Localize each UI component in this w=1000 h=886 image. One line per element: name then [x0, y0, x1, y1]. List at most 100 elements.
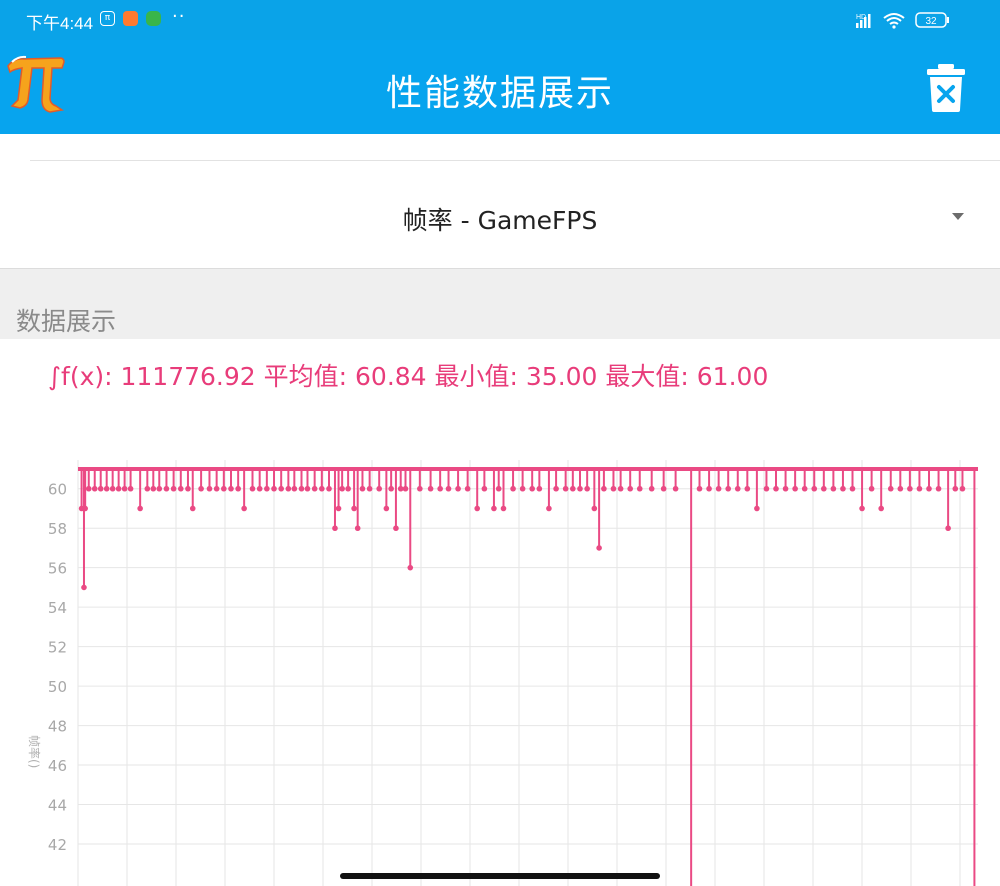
series-point [103, 485, 110, 492]
series-point [109, 485, 116, 492]
series-point [81, 584, 87, 591]
series-point [935, 485, 942, 492]
series-point [897, 485, 904, 492]
signal-bar-3 [864, 17, 867, 28]
series-point [115, 485, 122, 492]
series-point [198, 485, 204, 492]
series-point [536, 485, 543, 492]
battery-level: 32 [925, 16, 937, 27]
y-tick-label: 56 [48, 560, 67, 578]
series-point [474, 505, 481, 512]
y-tick-label: 46 [48, 757, 67, 775]
series-point [529, 485, 535, 492]
trash-icon[interactable] [925, 62, 967, 114]
series-point [326, 485, 332, 492]
series-point [249, 485, 256, 492]
more-notifications-icon: ·· [172, 6, 186, 27]
series-point [596, 545, 602, 551]
series-point [335, 505, 342, 512]
series-point [228, 485, 234, 492]
series-point [127, 485, 134, 492]
series-point [617, 485, 624, 492]
y-axis-label: 帧率() [27, 735, 42, 768]
series-point [298, 485, 305, 492]
series-point [388, 485, 394, 492]
series-point [278, 485, 284, 492]
series-point [221, 485, 227, 492]
series-point [491, 505, 497, 512]
series-point [351, 505, 357, 512]
series-point [868, 485, 875, 492]
series-point [427, 485, 434, 492]
series-point [907, 485, 913, 492]
y-tick-label: 60 [48, 481, 67, 499]
series-point [926, 485, 932, 492]
series-point [359, 485, 366, 492]
y-tick-label: 58 [48, 520, 67, 538]
series-point [887, 485, 894, 492]
stats-summary: ∫f(x): 111776.92 平均值: 60.84 最小值: 35.00 最… [48, 362, 769, 391]
y-tick-label: 54 [48, 599, 67, 617]
series-point [311, 485, 318, 492]
wechat-notification-icon [146, 11, 161, 26]
series-point [402, 485, 409, 492]
series-point [959, 485, 966, 492]
dropdown-caret-icon [952, 213, 964, 220]
y-tick-label: 52 [48, 639, 67, 657]
series-point [945, 525, 951, 532]
series-point [725, 485, 731, 492]
series-point [627, 485, 633, 492]
series-point [952, 485, 959, 492]
series-point [570, 485, 576, 492]
series-point [849, 485, 856, 492]
fps-chart: 42 44 46 48 50 52 54 56 58 60 帧率() [27, 460, 978, 886]
series-point [763, 485, 770, 492]
series-point [500, 505, 507, 512]
series-point [170, 485, 177, 492]
series-point [213, 485, 220, 492]
section-label: 数据展示 [16, 307, 117, 336]
series-point [519, 485, 526, 492]
status-bar: 下午4:44 π ·· HD 32 [0, 0, 1000, 40]
series-point [782, 485, 789, 492]
series-point [163, 485, 170, 492]
app-notification-icon: π [100, 11, 115, 26]
series-point [706, 485, 712, 492]
signal-bar-4 [868, 14, 871, 28]
series-point [715, 485, 722, 492]
series-point [510, 485, 516, 492]
status-right-icons: HD 32 [856, 12, 949, 29]
series-point [734, 485, 741, 492]
series-point [121, 485, 128, 492]
series-point [464, 485, 471, 492]
y-axis-ticks: 42 44 46 48 50 52 54 56 58 60 [48, 481, 67, 854]
series-point [177, 485, 184, 492]
series-point [601, 485, 607, 492]
series-point [156, 485, 163, 492]
series-point [495, 485, 502, 492]
series-point [185, 485, 191, 492]
series-point [319, 485, 325, 492]
series-point [878, 505, 884, 512]
signal-bar-2 [860, 20, 863, 28]
series-point [553, 485, 559, 492]
metric-selector-value: 帧率 - GameFPS [402, 206, 598, 235]
series-point [97, 485, 104, 492]
home-indicator[interactable] [340, 873, 660, 879]
metric-selector[interactable]: 帧率 - GameFPS [0, 161, 1000, 268]
series-point [144, 485, 151, 492]
series-point [150, 485, 157, 492]
series-point [354, 525, 361, 532]
series-point [407, 564, 414, 571]
wifi-icon [883, 13, 905, 25]
series-point [660, 485, 667, 492]
series-point [376, 485, 382, 492]
series-point [235, 485, 241, 492]
y-tick-label: 50 [48, 678, 67, 696]
series-point [672, 485, 679, 492]
series-point [206, 485, 213, 492]
chart-grid [77, 460, 978, 886]
fps-series [78, 467, 978, 886]
series-point [754, 505, 760, 512]
series-point [189, 505, 196, 512]
